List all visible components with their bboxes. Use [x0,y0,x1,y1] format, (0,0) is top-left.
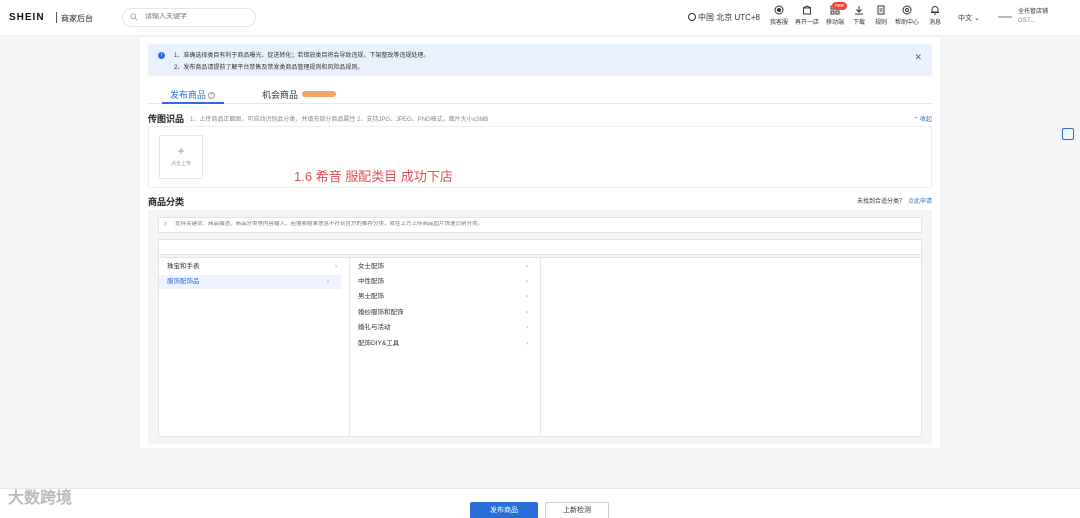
global-search[interactable] [122,8,256,27]
category-item[interactable]: 男士配饰 › [358,290,540,304]
category-search[interactable]: ⌕ [158,217,922,233]
tab-label: 发布商品 [170,90,207,100]
document-icon [877,5,885,15]
tab-opportunity[interactable]: 机会商品 [262,88,337,101]
tab-bar: 发布商品? 机会商品 [148,82,932,104]
account-menu[interactable]: 全托管店铺 GS7... [1018,8,1048,26]
category-label: 服饰配饰品 [167,278,200,285]
new-check-button[interactable]: 上新检测 [545,502,609,518]
clock-icon [688,13,696,21]
category-item[interactable]: 婚礼与活动 › [358,321,540,335]
category-not-found: 未找到合适分类？ 点此申请 [857,196,932,205]
category-column-3 [541,258,921,436]
upload-button[interactable]: + 点击上传 [159,135,203,179]
chevron-right-icon: › [525,309,528,316]
account-name: 全托管店铺 [1018,9,1049,15]
main-panel: i 1、准确选择类目有利于商品曝光、促进转化；若错放类目将会导致违规，下架整改等… [140,38,940,448]
search-icon [130,13,138,21]
category-column-1: 珠宝和手表 › 服饰配饰品 › [159,258,350,436]
language-label: 中文 [958,15,972,22]
watermark-logo: 大数跨境 [8,490,73,507]
tab-label: 机会商品 [262,90,299,100]
feedback-float-button[interactable] [1062,128,1074,140]
bottom-action-bar: 发布商品 上新检测 [0,488,1080,518]
notice-line-2: 2、发布商品请提前了解平台禁售及禁发类商品管理规则和风险品规则。 [174,65,364,71]
category-column-2: 女士配饰 › 中性配饰 › 男士配饰 › 婚纱服饰和配饰 › 婚礼与活动 › 配饰DIY&… [350,258,541,436]
category-label: 中性配饰 [358,278,384,285]
chevron-right-icon: › [525,278,528,285]
overlay-caption: 1.6 希音 服配类目 成功下店 [294,169,453,184]
chevron-right-icon: › [525,293,528,300]
category-item[interactable]: 女士配饰 › [358,260,540,274]
close-icon[interactable]: ✕ [914,52,922,63]
image-section-title: 传图识品 [148,114,185,124]
category-item[interactable]: 珠宝和手表 › [167,260,349,274]
publish-button[interactable]: 发布商品 [470,502,538,518]
image-upload-area: + 点击上传 [148,126,932,188]
account-id: GS7... [1018,18,1036,24]
chevron-right-icon: › [334,263,337,270]
chevron-right-icon: › [326,278,329,285]
chevron-right-icon: › [525,340,528,347]
notice-line-1: 1、准确选择类目有利于商品曝光、促进转化；若错放类目将会导致违规，下架整改等违规… [174,53,430,59]
category-item[interactable]: 中性配饰 › [358,275,540,289]
plus-icon: + [177,144,185,158]
not-found-text: 未找到合适分类？ [856,199,905,205]
help-icon[interactable]: ? [208,92,216,99]
category-columns: 珠宝和手表 › 服饰配饰品 › 女士配饰 › 中性配饰 › 男士配饰 › 婚纱服饰和配饰 ›… [158,257,922,437]
notice-banner: i 1、准确选择类目有利于商品曝光、促进转化；若错放类目将会导致违规，下架整改等… [148,44,932,76]
category-label: 婚礼与活动 [358,324,391,331]
image-section-hint: 1、上传商品正面图，可自动识别品分类，并填充部分商品属性 2、支持JPG、JPE… [190,117,489,123]
chevron-right-icon: › [525,324,528,331]
chevron-down-icon: ⌄ [973,15,980,22]
tool-open-store[interactable]: 再开一店 [792,4,822,26]
store-icon [802,5,812,15]
chevron-up-icon: ⌃ [913,117,919,123]
tool-label: 我客服 [769,20,788,26]
category-path [158,239,922,255]
category-label: 婚纱服饰和配饰 [358,309,404,316]
avatar[interactable] [998,16,1012,18]
apply-link[interactable]: 点此申请 [908,199,932,205]
category-label: 男士配饰 [358,293,384,300]
chevron-right-icon: › [525,263,528,270]
category-label: 配饰DIY&工具 [358,340,400,347]
info-icon: i [158,52,165,59]
category-search-input[interactable] [175,221,915,227]
logo-divider [56,12,57,23]
collapse-toggle[interactable]: ⌃ 收起 [913,114,932,123]
category-section-title: 商品分类 [148,197,185,207]
category-item-selected[interactable]: 服饰配饰品 › [159,275,341,289]
language-select[interactable]: 中文 ⌄ [958,13,980,23]
category-item[interactable]: 婚纱服饰和配饰 › [358,306,540,320]
portal-title: 商家后台 [61,14,93,23]
tool-messages[interactable]: 消息 [920,4,950,26]
category-item[interactable]: 配饰DIY&工具 › [358,337,540,351]
timezone-display[interactable]: 中国 北京 UTC+8 [688,12,760,23]
shein-logo[interactable]: SHEIN [9,12,45,23]
headset-icon [774,5,784,15]
tab-publish[interactable]: 发布商品? [170,88,216,101]
tool-help-center[interactable]: 帮助中心 [892,4,922,26]
global-search-input[interactable] [145,13,245,20]
timezone-label: 中国 北京 UTC+8 [698,13,761,22]
collapse-label: 收起 [919,117,932,123]
category-selector: ⌕ 珠宝和手表 › 服饰配饰品 › 女士配饰 › 中性配饰 › 男士配饰 › 婚纱服饰和配… [148,210,932,444]
bell-icon [931,6,939,15]
category-label: 女士配饰 [358,263,384,270]
tool-customer-service[interactable]: 我客服 [764,4,794,26]
tool-label: 帮助中心 [894,20,919,26]
tool-label: 消息 [928,20,941,26]
hot-tag [302,91,337,97]
category-label: 珠宝和手表 [167,263,200,270]
active-tab-indicator [162,102,224,104]
top-bar: SHEIN 商家后台 中国 北京 UTC+8 我客服 再开一店 new 移动端 … [0,0,1080,36]
search-icon: ⌕ [164,221,168,227]
download-icon [855,6,863,15]
tool-label: 再开一店 [794,20,819,26]
help-center-icon [902,5,912,15]
upload-label: 点击上传 [170,161,191,167]
